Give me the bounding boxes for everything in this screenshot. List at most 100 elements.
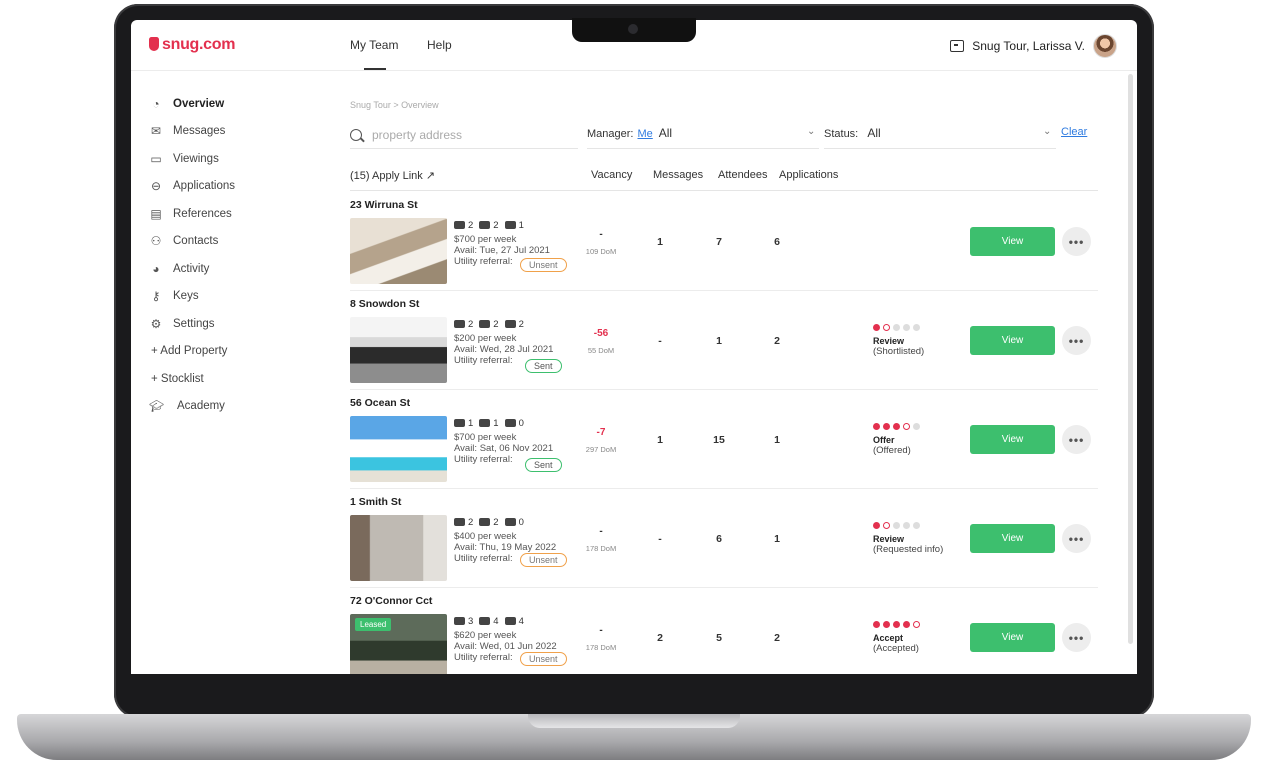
- chevron-down-icon[interactable]: ⌄: [807, 126, 815, 137]
- utility-status-badge[interactable]: Sent: [525, 359, 562, 373]
- property-photo[interactable]: Leased: [350, 614, 447, 674]
- sidebar-item-overview[interactable]: ◔ Overview: [149, 90, 319, 118]
- view-button[interactable]: View: [970, 227, 1055, 256]
- stage-status: (Shortlisted): [873, 346, 925, 357]
- sidebar-item-messages[interactable]: ✉ Messages: [149, 118, 319, 146]
- attendees-count[interactable]: 6: [709, 533, 729, 545]
- clear-filters-link[interactable]: Clear: [1061, 126, 1087, 138]
- view-button[interactable]: View: [970, 524, 1055, 553]
- bed-icon: 2: [454, 319, 473, 330]
- status-value[interactable]: All: [867, 126, 880, 140]
- days-on-market: 109 DoM: [585, 247, 617, 256]
- status-label: Status:: [824, 128, 859, 140]
- nav-my-team[interactable]: My Team: [350, 38, 398, 70]
- scrollbar[interactable]: [1128, 74, 1133, 644]
- archive-icon[interactable]: [950, 40, 965, 52]
- manager-value[interactable]: All: [659, 126, 672, 140]
- stage-progress: [873, 423, 920, 430]
- more-options-button[interactable]: •••: [1062, 524, 1091, 553]
- applications-count[interactable]: 2: [767, 632, 787, 644]
- messages-count[interactable]: 1: [650, 434, 670, 446]
- utility-status-badge[interactable]: Sent: [525, 458, 562, 472]
- sidebar-item-activity[interactable]: ◕ Activity: [149, 255, 319, 283]
- view-button[interactable]: View: [970, 425, 1055, 454]
- progress-dot: [893, 621, 900, 628]
- progress-dot: [893, 522, 900, 529]
- apply-link[interactable]: (15) Apply Link ↗: [350, 169, 435, 182]
- user-menu[interactable]: Snug Tour, Larissa V.: [950, 34, 1117, 58]
- utility-status-badge[interactable]: Unsent: [520, 258, 567, 272]
- property-address[interactable]: 56 Ocean St: [350, 397, 410, 409]
- sidebar-item-academy[interactable]: 🎓︎ Academy: [149, 393, 319, 421]
- applications-count[interactable]: 2: [767, 335, 787, 347]
- stage-label: Review: [873, 336, 905, 346]
- status-underline: [824, 148, 1056, 149]
- sidebar-item-label: Keys: [173, 290, 199, 303]
- vacancy-value: -: [599, 625, 603, 636]
- view-button[interactable]: View: [970, 623, 1055, 652]
- breadcrumb[interactable]: Snug Tour > Overview: [350, 100, 439, 110]
- sidebar-item-stocklist[interactable]: + Stocklist: [149, 365, 319, 393]
- sidebar-item-viewings[interactable]: ▭ Viewings: [149, 145, 319, 173]
- sidebar-item-label: Applications: [173, 180, 236, 193]
- vacancy-value: -: [599, 229, 603, 240]
- sidebar: ◔ Overview ✉ Messages ▭ Viewings ⊖ Applicati…: [149, 90, 319, 420]
- document-icon: ▤: [150, 206, 162, 221]
- sidebar-item-settings[interactable]: ⚙ Settings: [149, 310, 319, 338]
- property-address[interactable]: 23 Wirruna St: [350, 199, 418, 211]
- view-button[interactable]: View: [970, 326, 1055, 355]
- more-options-button[interactable]: •••: [1062, 623, 1091, 652]
- car-icon: 2: [504, 319, 524, 330]
- manager-me-link[interactable]: Me: [637, 128, 652, 140]
- utility-referral-label: Utility referral:: [454, 553, 513, 564]
- table-row: 56 Ocean St 1 1 0 $700 per week Avail: Sat, 0…: [350, 389, 1098, 489]
- property-address[interactable]: 72 O'Connor Cct: [350, 595, 432, 607]
- more-options-button[interactable]: •••: [1062, 425, 1091, 454]
- sidebar-item-add-property[interactable]: + Add Property: [149, 338, 319, 366]
- attendees-count[interactable]: 5: [709, 632, 729, 644]
- applications-count[interactable]: 1: [767, 434, 787, 446]
- utility-status-badge[interactable]: Unsent: [520, 553, 567, 567]
- messages-count[interactable]: 1: [650, 236, 670, 248]
- attendees-count[interactable]: 15: [709, 434, 729, 446]
- messages-count[interactable]: 2: [650, 632, 670, 644]
- manager-filter[interactable]: Manager: Me All: [587, 126, 672, 140]
- property-address[interactable]: 1 Smith St: [350, 496, 401, 508]
- applications-count[interactable]: 6: [767, 236, 787, 248]
- sidebar-item-references[interactable]: ▤ References: [149, 200, 319, 228]
- messages-count[interactable]: -: [650, 533, 670, 545]
- property-photo[interactable]: [350, 515, 447, 581]
- property-photo[interactable]: [350, 218, 447, 284]
- logo[interactable]: snug.com: [149, 36, 235, 54]
- sidebar-item-contacts[interactable]: ⚇ Contacts: [149, 228, 319, 256]
- beds-count: 3: [468, 616, 474, 627]
- attendees-count[interactable]: 7: [709, 236, 729, 248]
- chevron-down-icon[interactable]: ⌄: [1043, 126, 1051, 137]
- more-options-button[interactable]: •••: [1062, 326, 1091, 355]
- progress-dot: [883, 522, 890, 529]
- property-features: 1 1 0: [454, 418, 524, 429]
- messages-count[interactable]: -: [650, 335, 670, 347]
- bed-icon: 3: [454, 616, 473, 627]
- weekly-price: $700 per week: [454, 234, 517, 245]
- days-on-market: 297 DoM: [585, 445, 617, 454]
- search-box[interactable]: property address: [350, 122, 578, 149]
- property-address[interactable]: 8 Snowdon St: [350, 298, 419, 310]
- utility-referral-label: Utility referral:: [454, 652, 513, 663]
- search-input[interactable]: property address: [372, 128, 462, 142]
- attendees-count[interactable]: 1: [709, 335, 729, 347]
- property-photo[interactable]: [350, 317, 447, 383]
- sidebar-item-keys[interactable]: ⚷ Keys: [149, 283, 319, 311]
- more-options-button[interactable]: •••: [1062, 227, 1091, 256]
- status-filter[interactable]: Status: All: [824, 126, 881, 140]
- nav-help[interactable]: Help: [427, 38, 452, 52]
- beds-count: 2: [468, 220, 474, 231]
- avatar[interactable]: [1093, 34, 1117, 58]
- car-icon: 0: [504, 418, 524, 429]
- property-photo[interactable]: [350, 416, 447, 482]
- mail-icon: ✉: [150, 124, 162, 139]
- sidebar-item-applications[interactable]: ⊖ Applications: [149, 173, 319, 201]
- applications-count[interactable]: 1: [767, 533, 787, 545]
- utility-status-badge[interactable]: Unsent: [520, 652, 567, 666]
- bed-icon: 2: [454, 517, 473, 528]
